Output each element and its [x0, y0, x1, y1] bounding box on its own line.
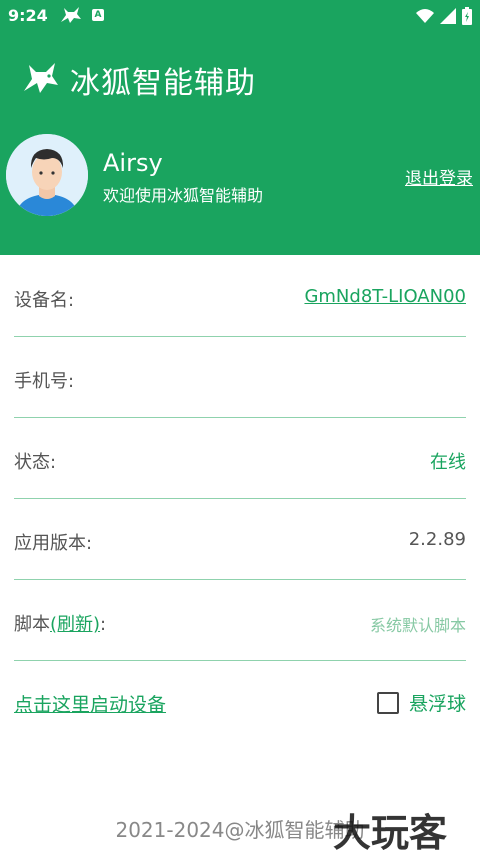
- script-label: 脚本(刷新):: [14, 610, 106, 636]
- device-label: 设备名:: [14, 290, 75, 311]
- status-bar: 9:24 A: [0, 0, 480, 32]
- fox-icon: [60, 6, 82, 28]
- logout-link[interactable]: 退出登录: [405, 164, 473, 189]
- float-ball-label: 悬浮球: [408, 693, 466, 715]
- device-name-link[interactable]: GmNd8T-LIOAN00: [304, 286, 466, 307]
- version-row: 应用版本: 2.2.89: [14, 499, 466, 579]
- status-icons: [416, 7, 472, 29]
- a-icon: A: [92, 9, 104, 21]
- app-title-row: 冰狐智能辅助: [22, 58, 256, 102]
- phone-label: 手机号:: [14, 371, 75, 392]
- status-time: 9:24: [8, 6, 48, 25]
- divider: [14, 660, 466, 661]
- welcome-text: 欢迎使用冰狐智能辅助: [103, 186, 264, 205]
- start-device-link[interactable]: 点击这里启动设备: [14, 690, 166, 717]
- version-label: 应用版本:: [14, 533, 93, 554]
- script-value[interactable]: 系统默认脚本: [370, 612, 466, 636]
- signal-icon: [440, 8, 456, 28]
- float-ball-checkbox[interactable]: [376, 691, 399, 714]
- script-label-prefix: 脚本: [14, 614, 50, 635]
- username: Airsy: [103, 149, 163, 177]
- battery-icon: [462, 7, 472, 29]
- app-title: 冰狐智能辅助: [70, 66, 256, 101]
- fox-icon: [22, 61, 60, 99]
- device-row: 设备名: GmNd8T-LIOAN00: [14, 256, 466, 336]
- watermark: 大玩客: [333, 811, 448, 855]
- avatar[interactable]: [6, 134, 88, 216]
- phone-row: 手机号:: [14, 337, 466, 417]
- refresh-script-link[interactable]: (刷新): [50, 614, 100, 635]
- script-label-colon: :: [100, 614, 107, 635]
- app-header: 9:24 A 冰狐智能辅助 Airsy 欢迎使用冰狐智能辅助 退出登录: [0, 0, 480, 255]
- float-ball-toggle[interactable]: 悬浮球: [376, 689, 466, 716]
- status-value: 在线: [430, 452, 466, 473]
- status-label: 状态:: [14, 452, 57, 473]
- status-row: 状态: 在线: [14, 418, 466, 498]
- version-value: 2.2.89: [408, 529, 466, 550]
- wifi-icon: [416, 8, 434, 28]
- script-row: 脚本(刷新): 系统默认脚本: [14, 580, 466, 660]
